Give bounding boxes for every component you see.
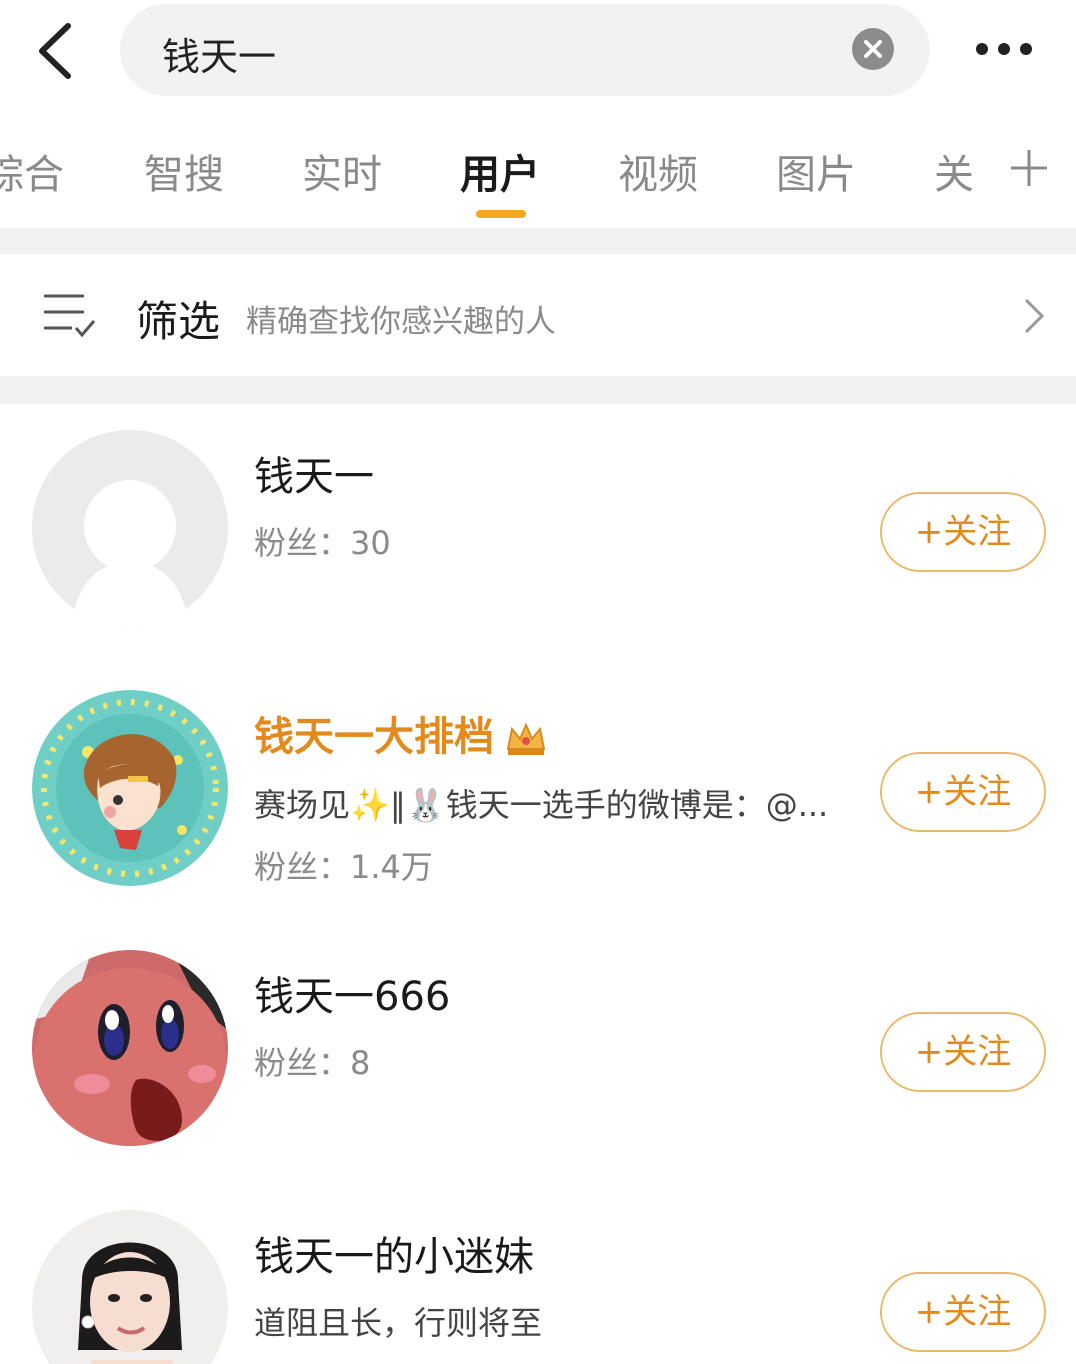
user-fans: 粉丝：30 xyxy=(254,518,391,564)
filter-list-icon xyxy=(44,294,96,338)
user-list-item[interactable]: 钱天一大排档 赛场见✨‖🐰钱天一选手的微博是：@... 粉丝：1.4万 +关注 xyxy=(0,664,1076,924)
follow-button[interactable]: +关注 xyxy=(880,492,1046,572)
tab-videos[interactable]: 视频 xyxy=(618,142,698,200)
filter-label: 筛选 xyxy=(136,297,221,346)
filter-row[interactable]: 筛选 精确查找你感兴趣的人 xyxy=(0,254,1076,376)
user-name[interactable]: 钱天一666 xyxy=(254,964,450,1022)
fans-count: 30 xyxy=(350,524,391,562)
user-list-item[interactable]: 钱天一 粉丝：30 +关注 xyxy=(0,404,1076,664)
active-tab-indicator xyxy=(476,210,526,218)
user-fans: 粉丝：1.4万 xyxy=(254,842,433,888)
fans-label: 粉丝： xyxy=(254,524,351,562)
user-description: 道阻且长，行则将至 xyxy=(254,1304,543,1342)
user-name-text: 钱天一大排档 xyxy=(254,714,494,760)
avatar[interactable]: 亓 & xyxy=(32,1210,228,1364)
search-header: 钱天一 xyxy=(0,0,1076,110)
follow-button[interactable]: +关注 xyxy=(880,1272,1046,1352)
search-input[interactable]: 钱天一 xyxy=(120,4,930,96)
search-query-text: 钱天一 xyxy=(162,35,277,79)
divider-band xyxy=(0,228,1076,254)
fans-count: 1.4万 xyxy=(350,848,433,886)
follow-label: +关注 xyxy=(914,1292,1012,1332)
close-icon xyxy=(864,40,882,58)
user-name[interactable]: 钱天一 xyxy=(254,444,374,502)
tab-follow[interactable]: 关 xyxy=(934,142,974,200)
tab-realtime[interactable]: 实时 xyxy=(302,142,382,200)
user-fans: 粉丝：8 xyxy=(254,1038,370,1084)
add-tab-button[interactable] xyxy=(1004,140,1054,196)
tab-pictures[interactable]: 图片 xyxy=(776,142,856,200)
avatar[interactable] xyxy=(32,690,228,886)
portrait-photo-avatar: 亓 & xyxy=(32,1210,228,1364)
clear-search-button[interactable] xyxy=(852,28,894,70)
user-name[interactable]: 钱天一的小迷妹 xyxy=(254,1224,534,1282)
user-list-item[interactable]: 钱天一666 粉丝：8 +关注 xyxy=(0,924,1076,1184)
chevron-left-icon xyxy=(39,23,71,79)
pink-character-avatar xyxy=(32,950,228,1146)
fans-label: 粉丝： xyxy=(254,1044,351,1082)
follow-label: +关注 xyxy=(914,772,1012,812)
fans-count: 8 xyxy=(350,1044,371,1082)
user-name[interactable]: 钱天一大排档 xyxy=(254,704,548,762)
avatar[interactable] xyxy=(32,430,228,626)
avatar[interactable] xyxy=(32,950,228,1146)
crown-badge-icon xyxy=(506,722,546,755)
follow-label: +关注 xyxy=(914,512,1012,552)
user-description: 赛场见✨‖🐰钱天一选手的微博是：@... xyxy=(254,786,829,824)
user-list-item[interactable]: 亓 & 钱天一的小迷妹 道阻且长，行则将至 +关注 xyxy=(0,1184,1076,1364)
tab-comprehensive[interactable]: 综合 xyxy=(0,142,64,200)
tab-users[interactable]: 用户 xyxy=(460,142,540,200)
back-button[interactable] xyxy=(28,16,88,86)
tab-smart-search[interactable]: 智搜 xyxy=(144,142,224,200)
filter-hint: 精确查找你感兴趣的人 xyxy=(246,304,556,340)
follow-button[interactable]: +关注 xyxy=(880,1012,1046,1092)
fans-label: 粉丝： xyxy=(254,848,351,886)
more-button[interactable] xyxy=(966,26,1046,72)
divider-band xyxy=(0,376,1076,404)
follow-label: +关注 xyxy=(914,1032,1012,1072)
chevron-right-icon xyxy=(1024,298,1045,334)
plus-icon xyxy=(1011,150,1047,186)
cartoon-girl-avatar xyxy=(32,690,228,886)
default-avatar-icon xyxy=(32,430,228,626)
more-dots-icon xyxy=(976,43,1032,55)
search-tabs: 综合 智搜 实时 用户 视频 图片 关 xyxy=(0,118,1076,228)
follow-button[interactable]: +关注 xyxy=(880,752,1046,832)
